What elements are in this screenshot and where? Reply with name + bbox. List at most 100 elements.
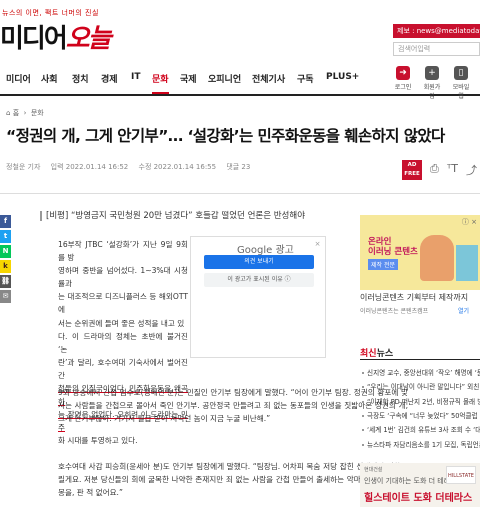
- article-meta: 정철운 기자 입력 2022.01.14 16:52 수정 2022.01.14…: [6, 162, 258, 172]
- kakao-share-icon[interactable]: k: [0, 260, 11, 273]
- latest-news-item[interactable]: 뉴스타파 자담리음소를 1기 모집, 독립언론: [362, 439, 480, 449]
- nav-item[interactable]: IT: [131, 72, 141, 82]
- font-size-icon[interactable]: ᵀT: [447, 162, 458, 175]
- ad-why-button[interactable]: 이 광고가 표시된 이유 ⓘ: [204, 273, 314, 287]
- ad-decor-shape: [456, 245, 478, 281]
- latest-news-item[interactable]: ‘세계 1번’ 김건희 유튜브 3사 조회 수 ‘대선': [362, 424, 480, 434]
- breadcrumb-separator: ›: [21, 109, 29, 117]
- modified-time: 수정 2022.01.14 16:55: [138, 163, 217, 171]
- print-icon[interactable]: ⎙: [430, 162, 439, 176]
- email-share-icon[interactable]: ✉: [0, 290, 11, 303]
- user-add-icon: +: [425, 66, 439, 80]
- nav-icon-group: ➜ 로그인 + 회원가입 ▯ 모바일웹: [390, 66, 480, 100]
- adfree-badge[interactable]: AD FREE: [402, 160, 422, 180]
- latest-news-title: 신지영 교수, 중앙선대위 ‘작오’ 해명에 ‘문제',: [367, 369, 480, 377]
- latest-news-item[interactable]: 신지영 교수, 중앙선대위 ‘작오’ 해명에 ‘문제',: [362, 367, 480, 377]
- login-icon: ➜: [396, 66, 410, 80]
- page: 뉴스의 이면, 팩트 너머의 진실 미디어오늘 제보 : news@mediat…: [0, 0, 480, 507]
- article-line: 화 시대를 투영하고 있다.: [58, 436, 138, 446]
- nav-item[interactable]: 경제: [101, 72, 118, 85]
- latest-news-item[interactable]: “우리는 이대남이 아니란 말입니다” 외친 조: [362, 381, 480, 391]
- subhead-bar: [40, 210, 42, 221]
- search-input[interactable]: 검색어입력: [393, 42, 480, 56]
- article-line: 란’과 달리, 호수여대 기숙사에서 벌어진 간: [58, 357, 188, 380]
- sidebar-ad-banner[interactable]: ⓘ × 온라인 이러닝 콘텐츠 제작 전문: [360, 215, 480, 290]
- latest-news-title: “우리는 이대남이 아니란 말입니다” 외친 조: [367, 383, 480, 392]
- divider: [0, 193, 480, 194]
- signup-button[interactable]: + 회원가입: [421, 66, 443, 100]
- facebook-share-icon[interactable]: f: [0, 215, 11, 228]
- bullet-icon: [362, 429, 364, 432]
- article-line: 다. 이 드라마의 정체는 초반에 불거진 ‘논: [58, 331, 188, 354]
- bottom-ad-banner[interactable]: 현대건설 인생이 기대하는 도화 더 테라스 힐스테이트 도화 더테라스 HIL…: [360, 463, 480, 507]
- ad-headline: 온라인 이러닝 콘텐츠: [368, 237, 418, 257]
- ad-badge: 제작 전문: [368, 259, 398, 270]
- nav-item[interactable]: 국제: [180, 72, 197, 85]
- ad-feedback-button[interactable]: 의견 보내기: [204, 255, 314, 269]
- close-icon[interactable]: ×: [313, 240, 322, 249]
- article-line: 16부작 JTBC ‘설강화’가 지난 9일 9회를 방: [58, 240, 188, 263]
- google-ad-label: Google 광고: [237, 245, 294, 256]
- bullet-icon: [362, 372, 364, 374]
- login-label: 로그인: [394, 84, 412, 91]
- author[interactable]: 정철운 기자: [6, 163, 40, 171]
- ad-person-image: [420, 235, 454, 281]
- brand-tagline: 뉴스의 이면, 팩트 너머의 진실: [2, 9, 99, 17]
- mobile-web-button[interactable]: ▯ 모바일웹: [450, 66, 472, 100]
- site-logo[interactable]: 미디어오늘: [0, 18, 112, 55]
- ad2-headline: 힐스테이트 도화 더테라스: [364, 493, 473, 504]
- nav-item[interactable]: 구독: [297, 72, 314, 85]
- logo-text-accent: 오늘: [65, 24, 112, 54]
- ad2-text: 인생이 기대하는 도화 더 테라스: [364, 477, 457, 485]
- ad-close-icon[interactable]: ⓘ ×: [462, 217, 477, 227]
- google-ad: Google 광고 × 의견 보내기 이 광고가 표시된 이유 ⓘ: [190, 236, 326, 358]
- nav-item[interactable]: 전체기사: [252, 72, 285, 85]
- article-paragraph: 호수여대 사감 피승희(윤세아 분)도 안기부 팀장에게 말했다. “팀장님. …: [58, 462, 408, 498]
- nav-item[interactable]: 오피니언: [208, 72, 241, 85]
- latest-divider: [360, 359, 480, 360]
- mobile-icon: ▯: [454, 66, 468, 80]
- article-paragraph: 9회 방송에서 간첩 임수호(정해인 분)는 민질인 안기부 팀장에게 말했다.…: [58, 388, 408, 424]
- article-line: 서는 순위권에 들며 좋은 성적을 내고 있: [58, 318, 185, 328]
- logo-text-main: 미디어: [0, 24, 68, 54]
- nav-item[interactable]: 정치: [72, 72, 89, 85]
- article-line: 영하며 중반을 넘어섰다. 1~3%대 시청률과: [58, 266, 188, 289]
- latest-news-item[interactable]: 극장도 ‘구속에 “너무 늦었다” 50억클럽 대: [362, 410, 480, 420]
- ad2-logo: HILLSTATE: [446, 466, 476, 484]
- nav-item[interactable]: PLUS+: [326, 72, 359, 82]
- nav-item[interactable]: 미디어: [6, 72, 31, 85]
- bullet-icon: [362, 414, 364, 417]
- nav-item[interactable]: 문화: [152, 72, 169, 94]
- bullet-icon: [362, 386, 364, 389]
- bullet-icon: [362, 400, 364, 403]
- latest-news-title: 뉴스타파 자담리음소를 1기 모집, 독립언론: [367, 440, 480, 449]
- breadcrumb: ⌂ 홈 › 문화: [6, 108, 44, 118]
- twitter-share-icon[interactable]: t: [0, 230, 11, 243]
- mobile-web-label: 모바일웹: [452, 84, 470, 100]
- ad-title-link[interactable]: 이러닝콘텐츠 기획부터 제작까지: [360, 292, 468, 303]
- latest-news-item[interactable]: “이재학 PD 떠난지 2년, 비정규직 몰래 방관: [362, 396, 480, 406]
- signup-label: 회원가입: [423, 84, 441, 100]
- news-tip-link[interactable]: 제보 : news@mediatoday.co.kr: [393, 24, 480, 38]
- ad2-header: 현대건설: [364, 467, 383, 473]
- breadcrumb-section[interactable]: 문화: [31, 109, 44, 117]
- login-button[interactable]: ➜ 로그인: [392, 66, 414, 91]
- comment-count[interactable]: 댓글 23: [226, 163, 250, 171]
- naver-share-icon[interactable]: N: [0, 245, 11, 258]
- link-copy-icon[interactable]: ⛓: [0, 275, 11, 288]
- bullet-icon: [362, 443, 364, 446]
- share-icon[interactable]: ⤴: [466, 162, 477, 178]
- latest-news-title: ‘세계 1번’ 김건희 유튜브 3사 조회 수 ‘대선': [367, 426, 480, 435]
- latest-news-title: “이재학 PD 떠난지 2년, 비정규직 몰래 방관: [367, 397, 480, 406]
- article-subhead: [비평] “방영금지 국민청원 20만 넘겼다” 호들갑 떨었던 언론은 반성해…: [40, 209, 305, 221]
- published-time: 입력 2022.01.14 16:52: [50, 163, 129, 171]
- main-nav: 미디어 사회 정치 경제 IT 문화 국제 오피니언 전체기사 구독 PLUS+ ➜ 로그인 + 회…: [0, 62, 480, 100]
- article-line: 는 대조적으로 디즈니플러스 등 해외OTT에: [58, 292, 188, 315]
- subhead-text: [비평] “방영금지 국민청원 20만 넘겼다” 호들갑 떨었던 언론은 반성해…: [46, 211, 306, 221]
- breadcrumb-home[interactable]: 홈: [13, 109, 19, 117]
- nav-item[interactable]: 사회: [41, 72, 58, 85]
- article-title: “정권의 개, 그게 안기부”… ‘설강화’는 민주화운동을 훼손하지 않았다: [6, 127, 445, 145]
- ad-open-link[interactable]: 열기: [458, 306, 469, 315]
- latest-news-title: 극장도 ‘구속에 “너무 늦었다” 50억클럽 대: [367, 411, 480, 420]
- home-icon[interactable]: ⌂: [6, 109, 10, 117]
